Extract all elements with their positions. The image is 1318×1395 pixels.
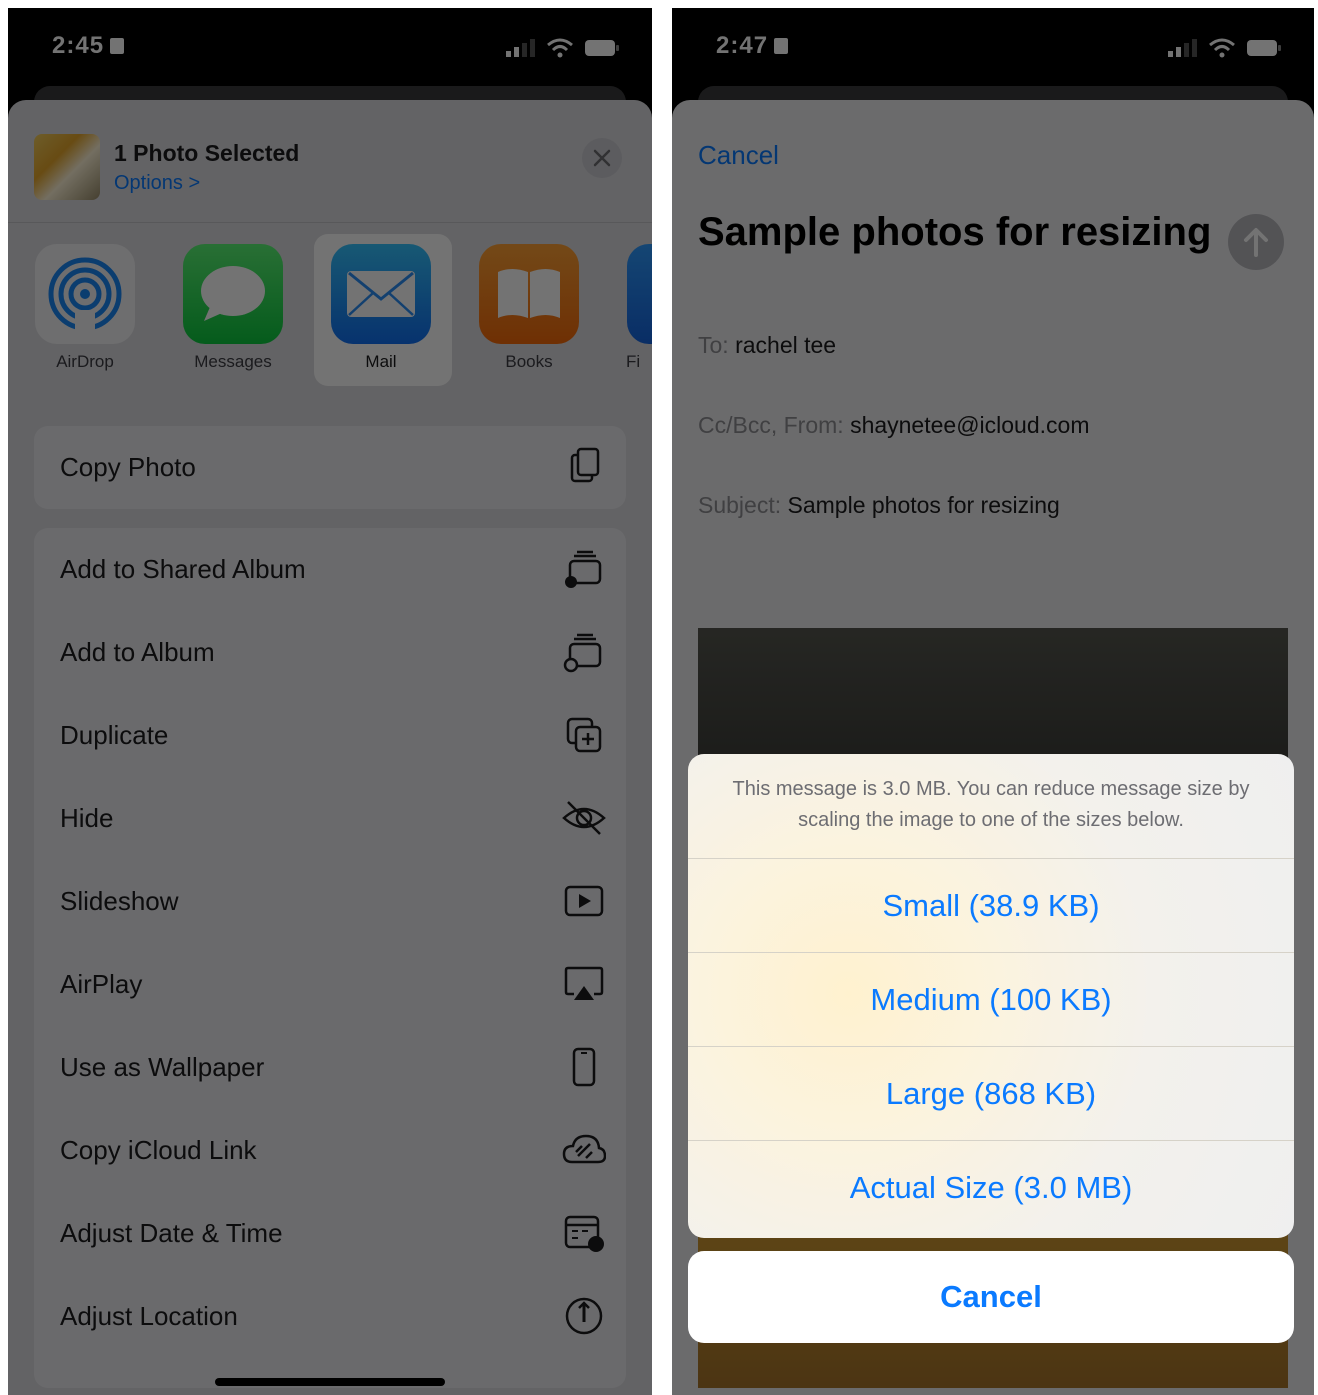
subject-value: Sample photos for resizing	[787, 492, 1060, 518]
selection-title: 1 Photo Selected	[114, 140, 300, 166]
messages-icon	[183, 244, 283, 344]
action-label: Add to Shared Album	[60, 554, 306, 584]
calendar-clock-icon	[564, 1215, 604, 1252]
close-button[interactable]	[582, 138, 622, 178]
battery-icon	[585, 40, 619, 56]
action-adjust-location[interactable]: Adjust Location	[34, 1275, 626, 1358]
lock-icon	[774, 38, 789, 54]
action-label: Copy iCloud Link	[60, 1135, 257, 1165]
action-airplay[interactable]: AirPlay	[34, 943, 626, 1026]
status-bar: 2:47	[672, 8, 1314, 92]
duplicate-icon	[566, 717, 602, 753]
shared-album-icon	[565, 550, 602, 588]
airplay-icon	[564, 966, 604, 1000]
app-label: AirDrop	[56, 352, 114, 371]
app-airdrop[interactable]: AirDrop	[30, 244, 140, 372]
resize-message: This message is 3.0 MB. You can reduce m…	[732, 778, 1250, 831]
close-icon	[593, 149, 611, 167]
photo-thumbnail	[34, 134, 100, 200]
copy-photo-group: Copy Photo	[34, 426, 626, 509]
option-medium[interactable]: Medium (100 KB)	[688, 952, 1294, 1047]
status-time: 2:47	[716, 32, 769, 59]
action-hide[interactable]: Hide	[34, 777, 626, 860]
books-icon	[479, 244, 579, 344]
send-button[interactable]	[1228, 214, 1284, 270]
share-header: 1 Photo Selected Options >	[8, 100, 652, 223]
signal-icon	[506, 39, 535, 57]
ccbcc-from-label: Cc/Bcc, From:	[698, 412, 844, 438]
option-small[interactable]: Small (38.9 KB)	[688, 858, 1294, 953]
app-mail[interactable]: Mail	[326, 244, 436, 372]
app-messages[interactable]: Messages	[178, 244, 288, 372]
option-large[interactable]: Large (868 KB)	[688, 1046, 1294, 1141]
options-link[interactable]: Options >	[114, 172, 200, 195]
action-copy-photo[interactable]: Copy Photo	[34, 426, 626, 509]
subject-field[interactable]: Subject: Sample photos for resizing	[698, 492, 1288, 519]
app-label: Fi	[626, 352, 641, 371]
app-books[interactable]: Books	[474, 244, 584, 372]
action-label: Adjust Date & Time	[60, 1218, 283, 1248]
action-label: Copy Photo	[60, 452, 196, 482]
action-add-to-album[interactable]: Add to Album	[34, 611, 626, 694]
arrow-up-icon	[1244, 228, 1268, 257]
compose-subject-title: Sample photos for resizing	[698, 210, 1212, 254]
slideshow-play-icon	[564, 885, 604, 917]
mail-icon	[331, 244, 431, 344]
to-field[interactable]: To: rachel tee	[698, 332, 1288, 359]
ccbcc-from-field[interactable]: Cc/Bcc, From: shaynetee@icloud.com	[698, 412, 1288, 439]
cloud-link-icon	[562, 1134, 606, 1164]
airdrop-icon	[35, 244, 135, 344]
app-files[interactable]: Fi	[622, 244, 652, 372]
app-label: Books	[505, 352, 553, 371]
action-label: Add to Album	[60, 637, 215, 667]
status-bar: 2:45	[8, 8, 652, 92]
app-label: Messages	[194, 352, 272, 371]
subject-label: Subject:	[698, 492, 782, 518]
to-value: rachel tee	[735, 332, 837, 358]
action-duplicate[interactable]: Duplicate	[34, 694, 626, 777]
share-sheet: 1 Photo Selected Options > AirDrop Messa…	[8, 100, 652, 1395]
action-label: Slideshow	[60, 886, 179, 916]
action-adjust-date-time[interactable]: Adjust Date & Time	[34, 1192, 626, 1275]
mail-compose-screen: 2:47 Cancel Sample photos for resizing T…	[672, 8, 1314, 1395]
copy-icon	[570, 447, 600, 483]
home-indicator	[215, 1378, 445, 1386]
signal-icon	[1168, 39, 1197, 57]
files-icon	[627, 244, 652, 344]
action-copy-icloud-link[interactable]: Copy iCloud Link	[34, 1109, 626, 1192]
action-label: Use as Wallpaper	[60, 1052, 265, 1082]
battery-icon	[1247, 40, 1281, 56]
lock-icon	[110, 38, 125, 54]
action-slideshow[interactable]: Slideshow	[34, 860, 626, 943]
wifi-icon	[1209, 38, 1235, 58]
hide-eye-icon	[562, 801, 606, 835]
location-icon	[565, 1297, 603, 1335]
album-icon	[563, 633, 602, 673]
compose-cancel-button[interactable]: Cancel	[698, 140, 779, 171]
option-actual-size[interactable]: Actual Size (3.0 MB)	[688, 1140, 1294, 1235]
share-sheet-screen: 2:45 1 Photo Selected Options > AirDrop	[8, 8, 652, 1395]
action-label: Duplicate	[60, 720, 169, 750]
action-add-to-shared-album[interactable]: Add to Shared Album	[34, 528, 626, 611]
from-value: shaynetee@icloud.com	[850, 412, 1090, 438]
phone-icon	[572, 1047, 596, 1087]
action-label: Adjust Location	[60, 1301, 238, 1331]
to-label: To:	[698, 332, 729, 358]
app-label: Mail	[365, 352, 397, 371]
action-label: Hide	[60, 803, 114, 833]
status-time: 2:45	[52, 32, 105, 59]
action-label: AirPlay	[60, 969, 143, 999]
resize-action-sheet: This message is 3.0 MB. You can reduce m…	[688, 754, 1294, 1238]
app-row: AirDrop Messages Mail Books Fi	[8, 230, 652, 390]
wifi-icon	[547, 38, 573, 58]
actions-group: Add to Shared Album Add to Album Duplica…	[34, 528, 626, 1388]
action-use-as-wallpaper[interactable]: Use as Wallpaper	[34, 1026, 626, 1109]
resize-cancel-button[interactable]: Cancel	[688, 1251, 1294, 1343]
